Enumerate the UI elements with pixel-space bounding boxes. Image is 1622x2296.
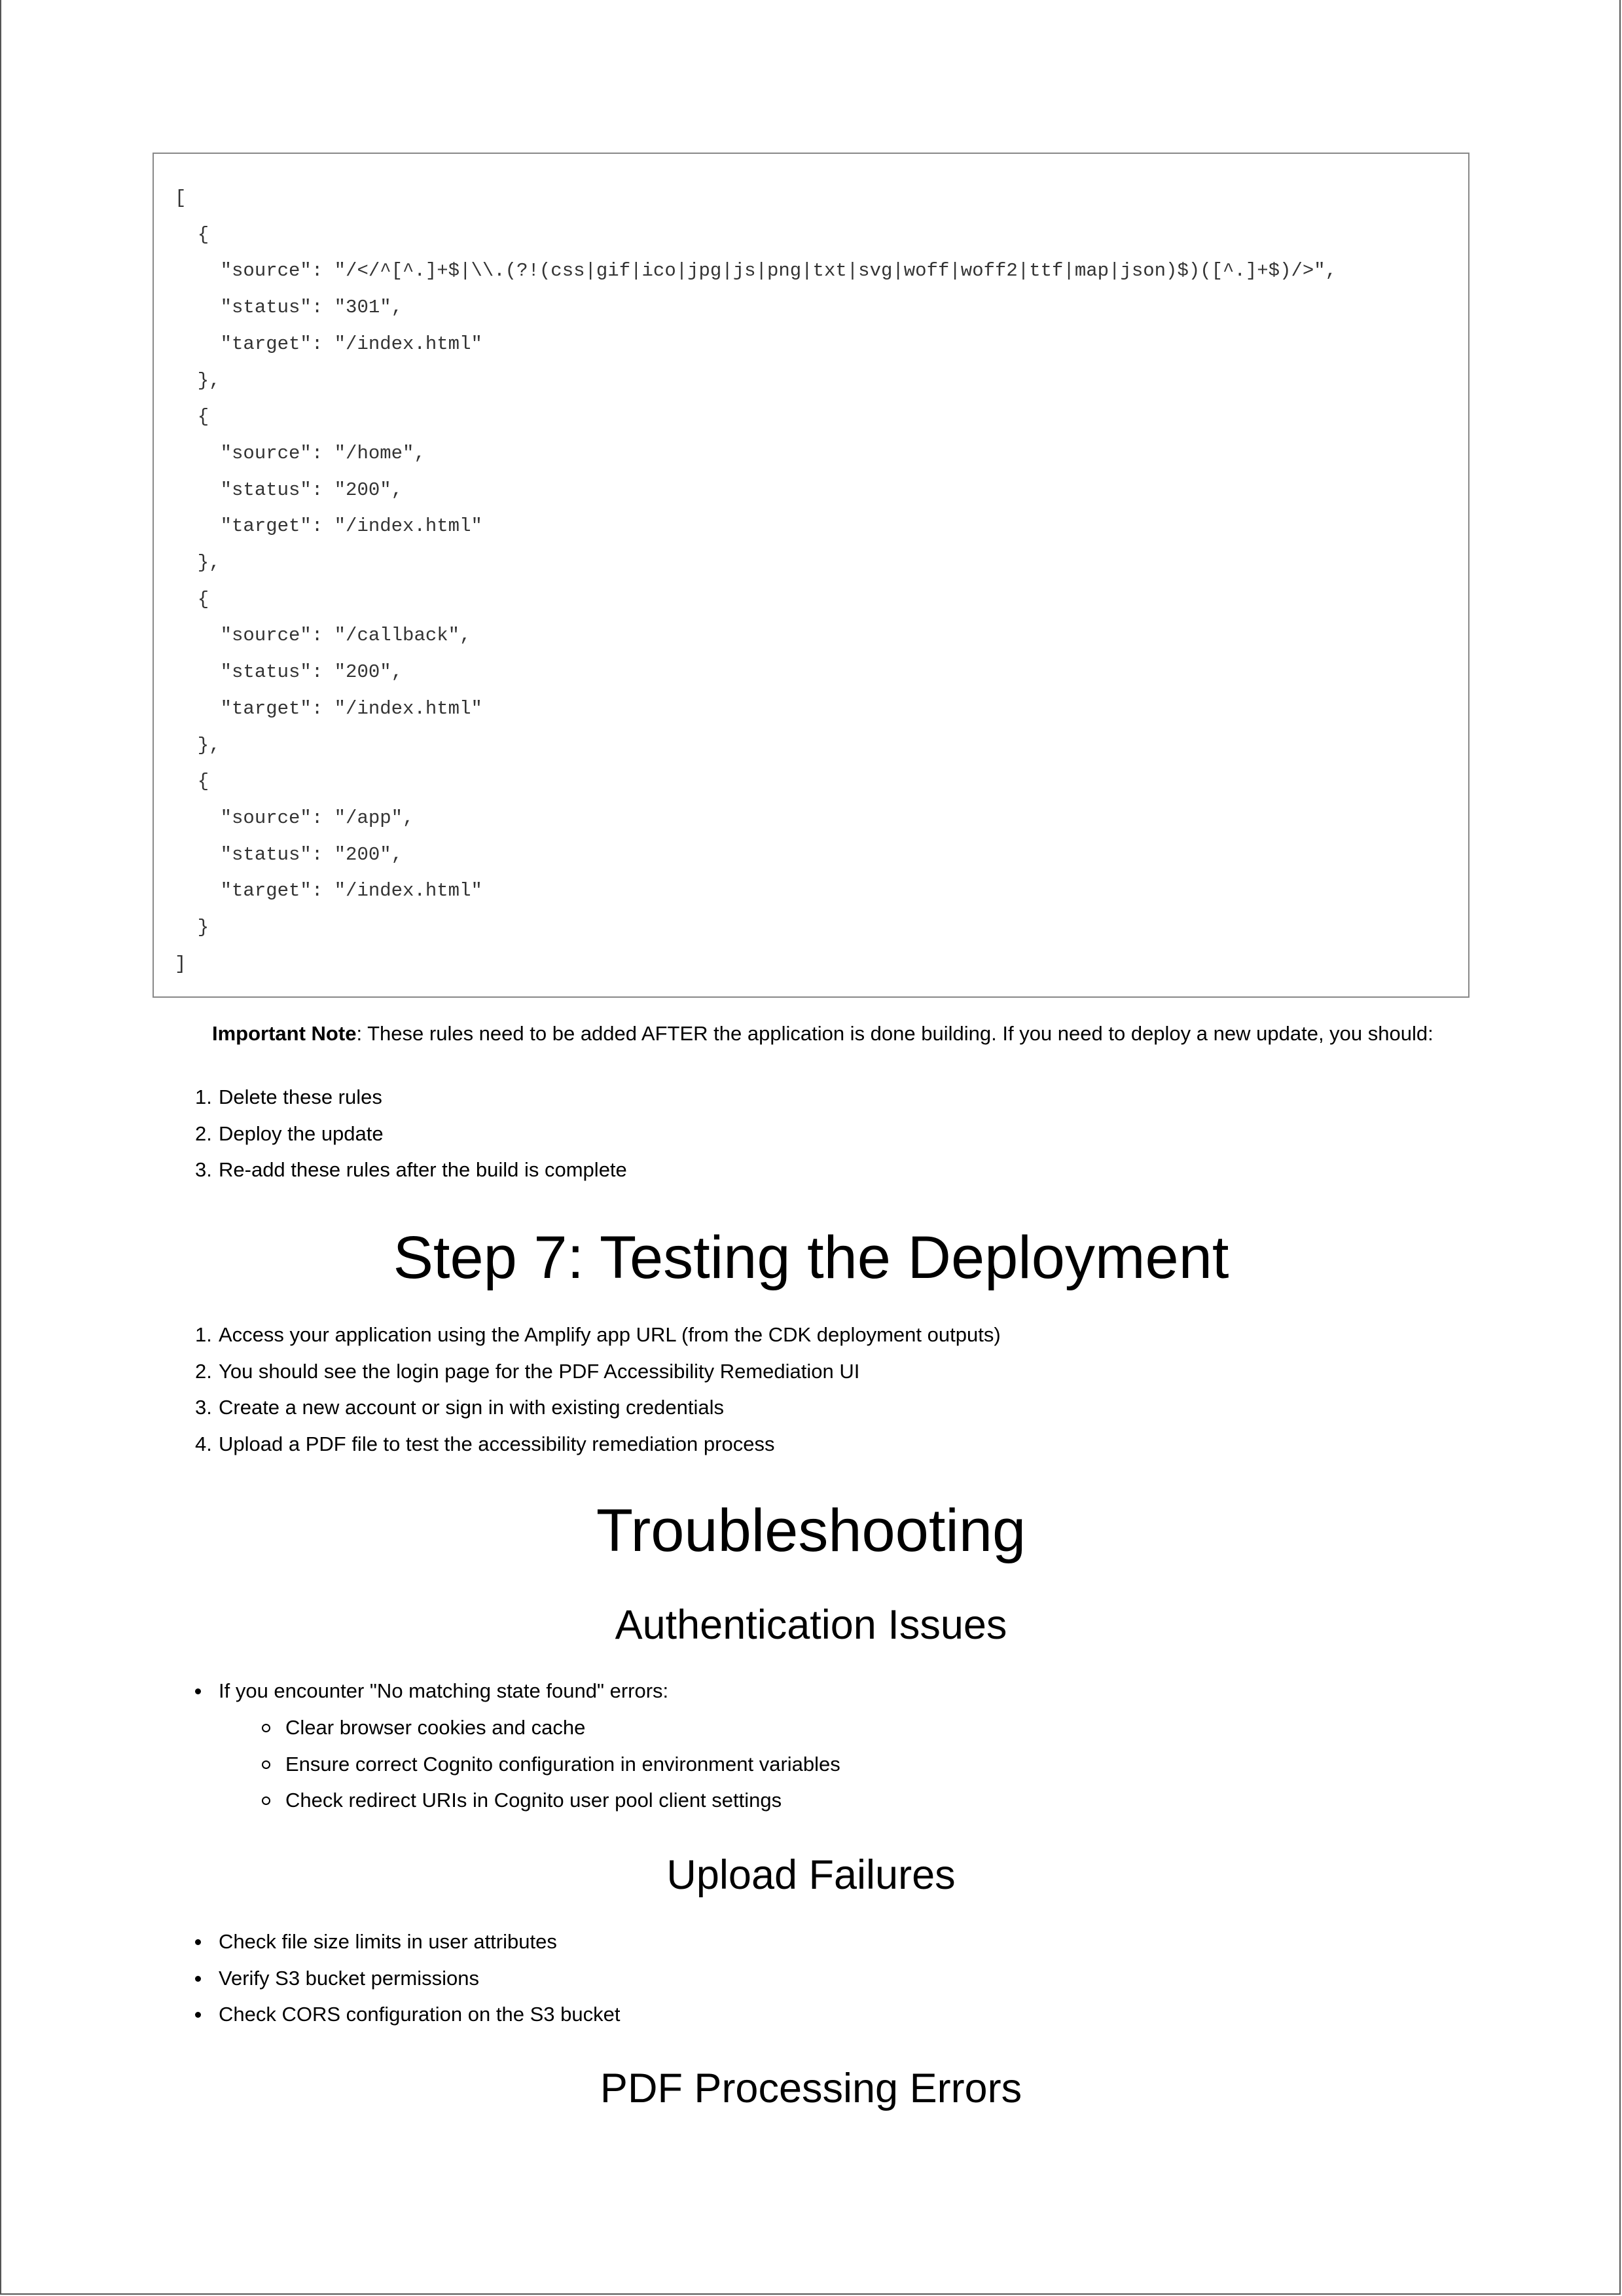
list-item-text: Upload a PDF file to test the accessibil…: [219, 1432, 775, 1456]
code-line: "status": "301",: [175, 297, 403, 319]
important-note-label: Important Note: [212, 1022, 357, 1045]
list-number: 2.: [195, 1121, 212, 1145]
list-item-text: Check redirect URIs in Cognito user pool…: [285, 1789, 782, 1812]
code-line: },: [175, 552, 221, 574]
list-number: 4.: [195, 1432, 212, 1456]
list-item: 1. Access your application using the Ampl…: [195, 1317, 1001, 1353]
sub-list-item: Check redirect URIs in Cognito user pool…: [262, 1782, 840, 1819]
list-number: 1.: [195, 1323, 212, 1346]
list-item-text: Re-add these rules after the build is co…: [219, 1158, 627, 1182]
list-number: 1.: [195, 1085, 212, 1108]
code-line: "source": "/callback",: [175, 625, 471, 647]
auth-issues-heading: Authentication Issues: [615, 1602, 1007, 1648]
list-item: 4. Upload a PDF file to test the accessib…: [195, 1426, 1001, 1463]
pdf-errors-heading: PDF Processing Errors: [600, 2066, 1022, 2111]
code-line: [: [175, 187, 187, 209]
list-item-text: If you encounter "No matching state foun…: [219, 1679, 669, 1702]
code-line: },: [175, 734, 221, 756]
list-item-text: You should see the login page for the PD…: [219, 1359, 860, 1383]
code-line: ]: [175, 953, 187, 975]
code-line: "target": "/index.html": [175, 880, 482, 902]
list-item: 3. Re-add these rules after the build is …: [195, 1152, 627, 1188]
list-item-text: Create a new account or sign in with exi…: [219, 1396, 724, 1419]
step7-list: 1. Access your application using the Ampl…: [195, 1317, 1001, 1463]
code-line: {: [175, 771, 209, 793]
list-number: 3.: [195, 1396, 212, 1419]
code-line: }: [175, 917, 209, 939]
list-item: Check file size limits in user attribute…: [195, 1923, 620, 1960]
code-line: "target": "/index.html": [175, 333, 482, 355]
auth-issues-sublist: Clear browser cookies and cache Ensure c…: [262, 1709, 840, 1819]
important-note: Important Note: These rules need to be a…: [212, 1017, 1433, 1050]
code-line: {: [175, 223, 209, 246]
list-item: 2. You should see the login page for the …: [195, 1353, 1001, 1390]
list-item-text: Access your application using the Amplif…: [219, 1323, 1001, 1346]
list-item: If you encounter "No matching state foun…: [195, 1673, 668, 1709]
list-item: 1. Delete these rules: [195, 1079, 627, 1116]
list-item: Verify S3 bucket permissions: [195, 1960, 620, 1997]
code-line: "source": "/app",: [175, 807, 414, 829]
rules-steps-list: 1. Delete these rules 2. Deploy the update…: [195, 1079, 627, 1188]
code-line: "target": "/index.html": [175, 697, 482, 720]
code-line: },: [175, 369, 221, 392]
list-number: 2.: [195, 1359, 212, 1383]
list-item-text: Check CORS configuration on the S3 bucke…: [219, 2003, 621, 2026]
auth-issues-list: If you encounter "No matching state foun…: [195, 1673, 668, 1709]
upload-failures-heading: Upload Failures: [666, 1852, 956, 1898]
list-item-text: Check file size limits in user attribute…: [219, 1930, 557, 1953]
list-number: 3.: [195, 1158, 212, 1182]
list-item-text: Verify S3 bucket permissions: [219, 1966, 480, 1990]
code-line: "status": "200",: [175, 479, 403, 501]
code-line: "status": "200",: [175, 843, 403, 866]
important-note-text: : These rules need to be added AFTER the…: [356, 1022, 1433, 1045]
troubleshooting-heading: Troubleshooting: [596, 1497, 1026, 1564]
list-item-text: Deploy the update: [219, 1121, 384, 1145]
code-line: {: [175, 406, 209, 428]
sub-list-item: Clear browser cookies and cache: [262, 1709, 840, 1746]
list-item: Check CORS configuration on the S3 bucke…: [195, 1996, 620, 2033]
list-item: 2. Deploy the update: [195, 1116, 627, 1152]
sub-list-item: Ensure correct Cognito configuration in …: [262, 1746, 840, 1783]
list-item-text: Clear browser cookies and cache: [285, 1716, 586, 1739]
list-item: 3. Create a new account or sign in with e…: [195, 1389, 1001, 1426]
code-line: "source": "/</^[^.]+$|\\.(?!(css|gif|ico…: [175, 260, 1337, 282]
code-line: "target": "/index.html": [175, 515, 482, 538]
list-item-text: Ensure correct Cognito configuration in …: [285, 1752, 840, 1776]
code-line: {: [175, 588, 209, 610]
code-line: "status": "200",: [175, 661, 403, 683]
code-line: "source": "/home",: [175, 442, 425, 464]
step7-heading: Step 7: Testing the Deployment: [393, 1224, 1229, 1291]
list-item-text: Delete these rules: [219, 1085, 382, 1108]
code-block: [ { "source": "/</^[^.]+$|\\.(?!(css|gif…: [153, 153, 1469, 998]
upload-failures-list: Check file size limits in user attribute…: [195, 1923, 620, 2033]
